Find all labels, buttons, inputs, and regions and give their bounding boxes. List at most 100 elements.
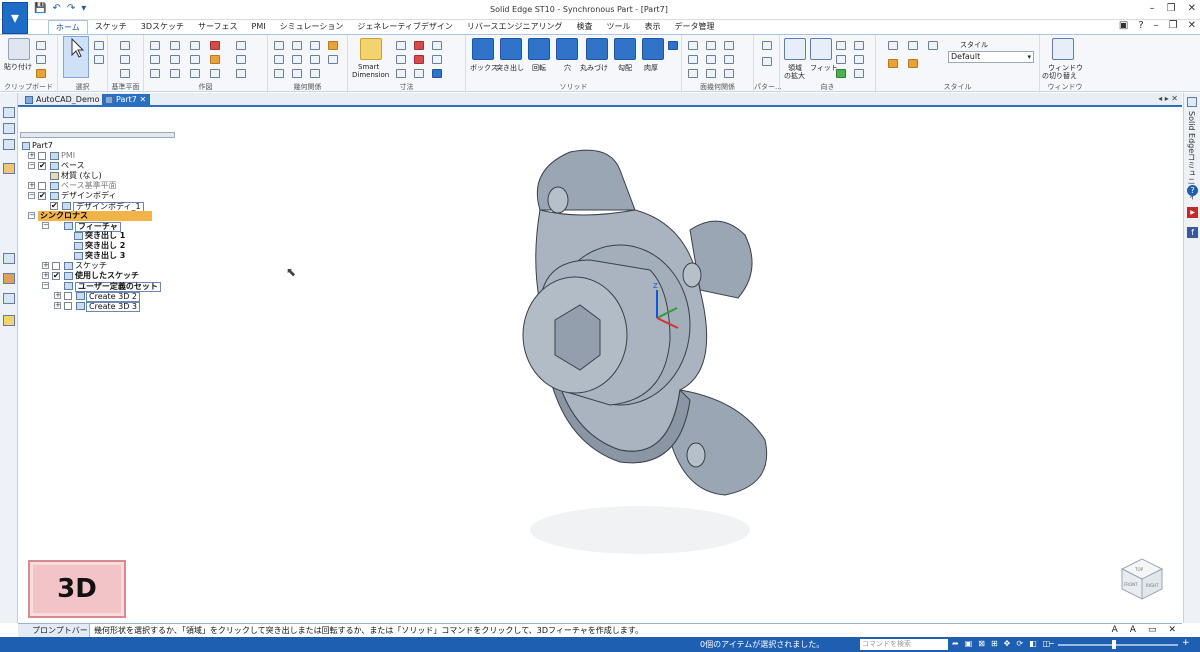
arc-icon[interactable] <box>170 41 180 50</box>
tree-checkbox[interactable] <box>38 152 46 160</box>
distance-between-icon[interactable] <box>396 41 406 50</box>
ribbon-restore-icon[interactable]: ❐ <box>1169 20 1178 31</box>
pan-icon[interactable] <box>854 41 864 50</box>
tree-checkbox[interactable] <box>64 302 72 310</box>
tab-sketch[interactable]: スケッチ <box>88 20 134 34</box>
expand-icon[interactable]: + <box>54 292 61 299</box>
views-icon[interactable] <box>3 253 15 264</box>
tab-view[interactable]: 表示 <box>637 20 667 34</box>
zoom-in-icon[interactable]: + <box>1182 638 1190 648</box>
hole-icon[interactable] <box>556 38 578 60</box>
community-icon[interactable] <box>1187 97 1197 107</box>
restore-icon[interactable]: ❐ <box>1167 3 1176 14</box>
sketch-panel-icon[interactable] <box>3 273 15 284</box>
face-tangent-icon[interactable] <box>706 55 716 64</box>
construction-icon[interactable] <box>236 69 246 78</box>
tab-pmi[interactable]: PMI <box>245 20 273 34</box>
zoom-slider-track[interactable] <box>1058 644 1178 646</box>
expand-icon[interactable]: + <box>54 302 61 309</box>
tab-3d-sketch[interactable]: 3Dスケッチ <box>134 20 191 34</box>
rotate-status-icon[interactable]: ⟳ <box>1016 639 1023 648</box>
offset-icon[interactable] <box>190 69 200 78</box>
circle-icon[interactable] <box>150 69 160 78</box>
style-dropdown[interactable]: Default <box>948 51 1034 63</box>
connect-icon[interactable] <box>274 55 284 64</box>
library-icon[interactable] <box>3 139 15 150</box>
shaded-edges-icon[interactable] <box>908 59 918 68</box>
view-icon[interactable] <box>854 55 864 64</box>
tab-simulation[interactable]: シミュレーション <box>273 20 351 34</box>
key-icon[interactable] <box>3 315 15 326</box>
font-size-small-icon[interactable]: A <box>1130 625 1136 635</box>
format-painter-icon[interactable] <box>36 69 46 78</box>
help-search-icon[interactable]: ▣ <box>1119 20 1128 31</box>
expand-icon[interactable]: + <box>42 272 49 279</box>
view-status-icon[interactable]: ◧ <box>1029 639 1037 648</box>
zoom-slider-handle[interactable] <box>1112 640 1116 649</box>
tree-checkbox[interactable] <box>38 161 46 171</box>
tab-tools[interactable]: ツール <box>599 20 637 34</box>
pan-status-icon[interactable]: ✥ <box>1004 639 1011 648</box>
copy-icon[interactable] <box>36 55 46 64</box>
redo-icon[interactable]: ↷ <box>67 3 75 14</box>
fit-status-icon[interactable]: ⊞ <box>991 639 998 648</box>
concentric-icon[interactable] <box>310 55 320 64</box>
tab-reverse-engineering[interactable]: リバースエンジニアリング <box>460 20 570 34</box>
zoom-icon[interactable] <box>836 41 846 50</box>
include-icon[interactable] <box>236 55 246 64</box>
draft-icon[interactable] <box>614 38 636 60</box>
face-offset-icon[interactable] <box>688 69 698 78</box>
face-equal-radius-icon[interactable] <box>724 69 734 78</box>
view-iso-icon[interactable] <box>888 41 898 50</box>
collinear-icon[interactable] <box>310 69 320 78</box>
view-top-icon[interactable] <box>908 41 918 50</box>
angle-between-icon[interactable] <box>414 41 424 50</box>
perpendicular-icon[interactable] <box>292 41 302 50</box>
tab-surface[interactable]: サーフェス <box>191 20 245 34</box>
help-icon[interactable]: ? <box>1138 20 1143 31</box>
part-model-viewport[interactable]: Z <box>500 140 790 560</box>
dim-table-icon[interactable] <box>432 69 442 78</box>
tree-checkbox[interactable] <box>52 262 60 270</box>
collapse-icon[interactable]: − <box>28 162 35 169</box>
paste-icon[interactable] <box>8 38 30 60</box>
fill-icon[interactable] <box>210 41 220 50</box>
ribbon-close-icon[interactable]: ✕ <box>1188 20 1196 31</box>
pattern-more-icon[interactable] <box>668 41 678 50</box>
pathfinder-icon[interactable] <box>3 107 15 118</box>
doc-tab-autocad-demo[interactable]: AutoCAD_Demo <box>22 94 104 106</box>
zoom-area-status-icon[interactable]: ▣ <box>965 639 973 648</box>
extrude-icon[interactable] <box>500 38 522 60</box>
tree-checkbox[interactable] <box>52 271 60 281</box>
midpoint-icon[interactable] <box>274 69 284 78</box>
expand-icon[interactable]: + <box>28 182 35 189</box>
facebook-icon[interactable]: f <box>1187 227 1198 238</box>
mirror-feature-icon[interactable] <box>762 57 772 66</box>
curve-icon[interactable] <box>170 69 180 78</box>
fillet-icon[interactable] <box>170 55 180 64</box>
angular-coordinate-icon[interactable] <box>414 55 424 64</box>
layers-icon[interactable] <box>3 123 15 134</box>
select-filter-icon[interactable] <box>94 41 104 50</box>
tree-checkbox[interactable] <box>64 292 72 300</box>
help-circle-icon[interactable]: ? <box>1187 185 1198 196</box>
collapse-icon[interactable]: − <box>42 282 49 289</box>
tree-checkbox[interactable] <box>50 201 58 211</box>
face-parallel-icon[interactable] <box>724 41 734 50</box>
tangent-icon[interactable] <box>292 55 302 64</box>
project-icon[interactable] <box>236 41 246 50</box>
move-icon[interactable] <box>210 55 220 64</box>
prompt-restore-icon[interactable]: ▭ <box>1148 625 1157 635</box>
prompt-bar-label[interactable]: プロンプトバー <box>18 624 90 637</box>
expand-icon[interactable]: + <box>42 262 49 269</box>
minimize-icon[interactable]: – <box>1150 3 1155 14</box>
tab-scroll-icon[interactable]: ◂ ▸ ✕ <box>1158 94 1178 103</box>
save-icon[interactable]: 💾 <box>34 3 46 14</box>
youtube-icon[interactable]: ▶ <box>1187 207 1198 218</box>
trim-icon[interactable] <box>190 41 200 50</box>
customize-icon[interactable]: ▾ <box>81 3 86 14</box>
tree-checkbox[interactable] <box>38 191 46 201</box>
plane-offset-icon[interactable] <box>120 55 130 64</box>
expand-icon[interactable]: + <box>28 152 35 159</box>
shaded-icon[interactable] <box>888 59 898 68</box>
